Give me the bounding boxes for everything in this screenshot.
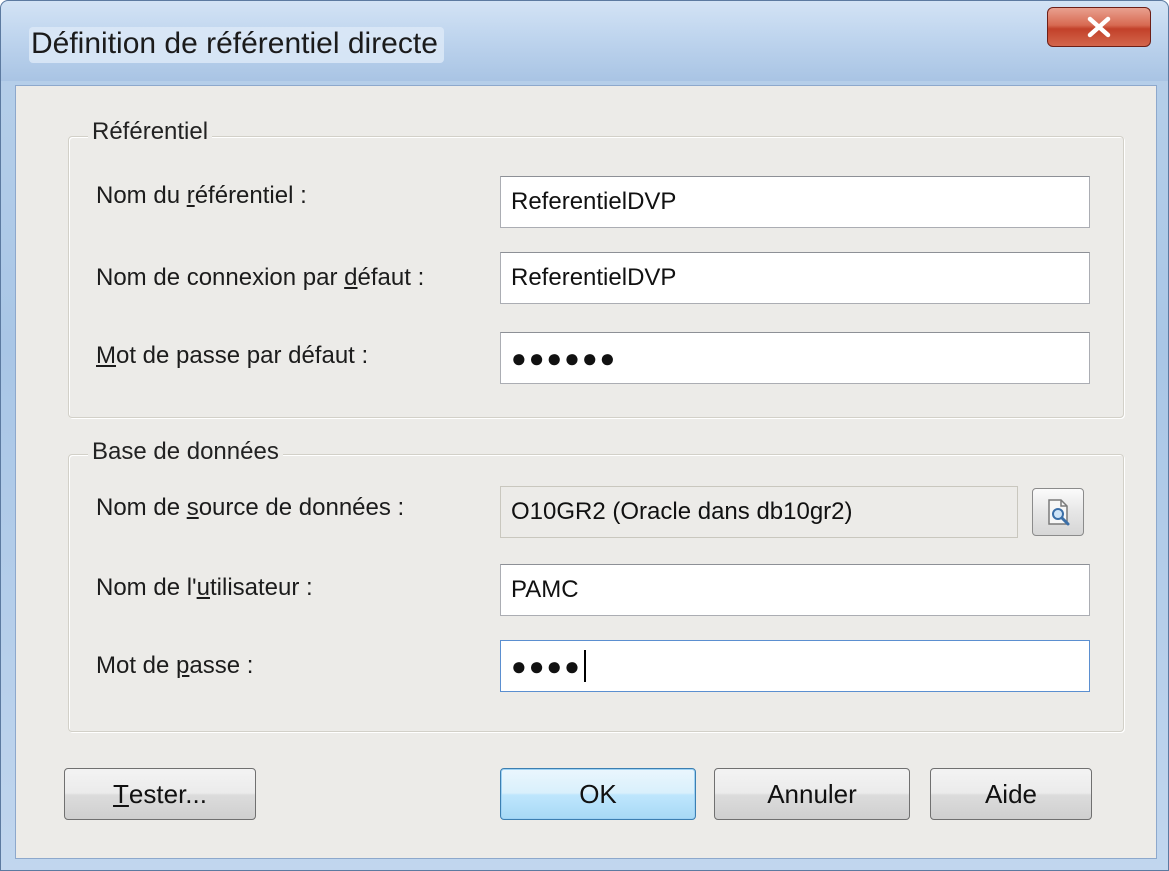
window-title: Définition de référentiel directe <box>29 27 444 63</box>
browse-datasource-icon <box>1048 499 1070 526</box>
repository-name-label: Nom du référentiel : <box>96 182 307 209</box>
default-password-field[interactable]: ●●●●●● <box>500 332 1090 384</box>
default-login-field[interactable]: ReferentielDVP <box>500 252 1090 304</box>
username-field[interactable]: PAMC <box>500 564 1090 616</box>
title-bar[interactable]: Définition de référentiel directe <box>1 1 1168 81</box>
database-group-title: Base de données <box>88 438 283 466</box>
close-icon <box>1087 16 1111 38</box>
dialog-window: Définition de référentiel directe Référe… <box>0 0 1169 871</box>
text-caret <box>583 650 586 682</box>
test-button[interactable]: Tester... <box>64 768 256 820</box>
datasource-name-label: Nom de source de données : <box>96 494 405 521</box>
password-field[interactable]: ●●●● <box>500 640 1090 692</box>
dialog-client-area: Référentiel Nom du référentiel : Referen… <box>15 85 1157 859</box>
default-password-label: Mot de passe par défaut : <box>96 342 369 369</box>
close-button[interactable] <box>1047 7 1151 47</box>
ok-button[interactable]: OK <box>500 768 696 820</box>
referentiel-group-title: Référentiel <box>88 118 213 146</box>
help-button[interactable]: Aide <box>930 768 1092 820</box>
datasource-name-field: O10GR2 (Oracle dans db10gr2) <box>500 486 1018 538</box>
password-label: Mot de passe : <box>96 652 254 679</box>
default-login-label: Nom de connexion par défaut : <box>96 264 425 291</box>
username-label: Nom de l'utilisateur : <box>96 574 313 601</box>
browse-datasource-button[interactable] <box>1032 488 1084 536</box>
cancel-button[interactable]: Annuler <box>714 768 910 820</box>
repository-name-field[interactable]: ReferentielDVP <box>500 176 1090 228</box>
